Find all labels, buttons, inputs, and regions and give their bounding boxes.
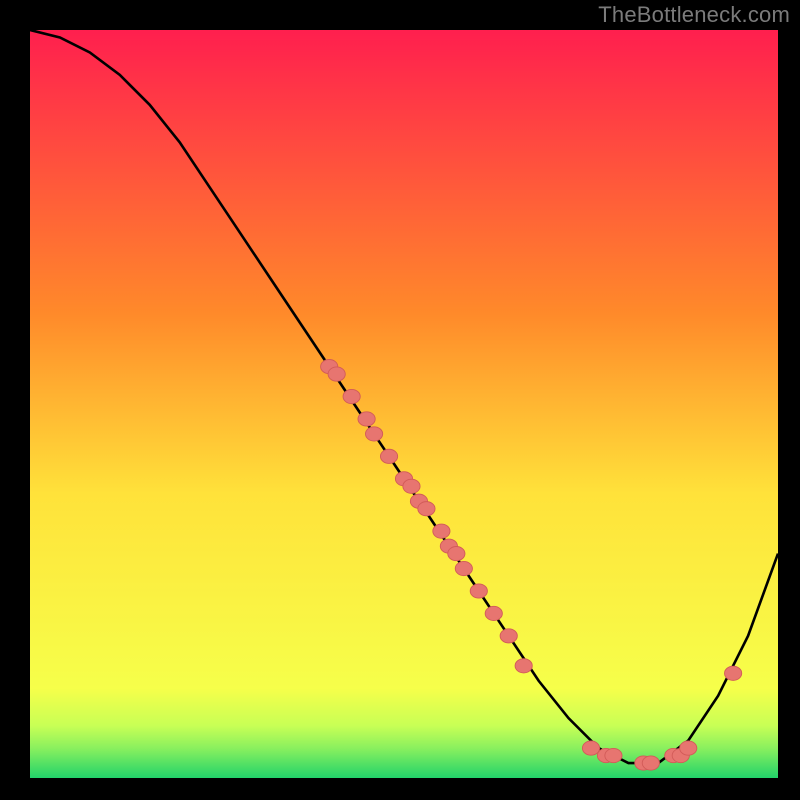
plot-area — [30, 30, 778, 778]
marker-point — [433, 524, 450, 538]
marker-point — [380, 449, 397, 463]
marker-point — [485, 606, 502, 620]
curve-layer — [30, 30, 778, 778]
marker-point — [343, 389, 360, 403]
chart-frame: TheBottleneck.com — [0, 0, 800, 800]
marker-point — [470, 584, 487, 598]
highlight-markers — [321, 359, 742, 770]
marker-point — [725, 666, 742, 680]
marker-point — [582, 741, 599, 755]
marker-point — [403, 479, 420, 493]
marker-point — [500, 629, 517, 643]
marker-point — [515, 659, 532, 673]
marker-point — [448, 546, 465, 560]
bottleneck-curve — [30, 30, 778, 763]
marker-point — [365, 427, 382, 441]
marker-point — [455, 561, 472, 575]
marker-point — [418, 502, 435, 516]
marker-point — [605, 748, 622, 762]
marker-point — [358, 412, 375, 426]
marker-point — [680, 741, 697, 755]
marker-point — [642, 756, 659, 770]
marker-point — [328, 367, 345, 381]
watermark-text: TheBottleneck.com — [598, 2, 790, 28]
